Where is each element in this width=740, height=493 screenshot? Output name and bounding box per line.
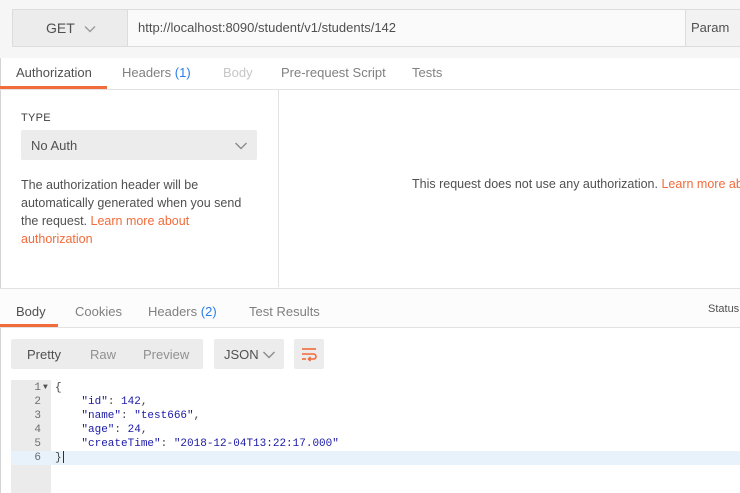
line-number: 4 — [34, 424, 41, 436]
active-tab-indicator — [0, 86, 107, 89]
line-number: 3 — [34, 410, 41, 422]
tab-label: Test Results — [249, 304, 320, 319]
text-cursor — [62, 451, 64, 464]
wrap-lines-button[interactable] — [294, 339, 324, 369]
tab-label: Body — [16, 304, 46, 319]
authorization-panel: TYPE No Auth The authorization header wi… — [0, 90, 740, 287]
auth-type-label: TYPE — [21, 112, 51, 124]
params-button[interactable]: Param — [685, 10, 740, 46]
learn-more-link[interactable]: Learn more ab — [661, 177, 740, 191]
brace: } — [55, 452, 62, 464]
tab-label: Headers — [122, 65, 172, 80]
code-line: 3 "name": "test666", — [11, 409, 740, 423]
auth-type-select[interactable]: No Auth — [21, 130, 257, 160]
code-text: "createTime": "2018-12-04T13:22:17.000" — [81, 438, 339, 450]
code-text: "age": 24, — [81, 424, 148, 436]
response-body-editor[interactable]: 1 ▼ { 2 "id": 142, 3 "name": "test666", … — [11, 380, 740, 493]
tab-label: Body — [223, 65, 253, 80]
auth-type-value: No Auth — [31, 138, 78, 153]
json-key: "name" — [81, 410, 122, 422]
json-key: "id" — [81, 396, 108, 408]
code-line: 5 "createTime": "2018-12-04T13:22:17.000… — [11, 437, 740, 451]
chevron-down-icon — [262, 348, 276, 365]
code-text: { — [55, 381, 62, 395]
brace: { — [55, 382, 62, 394]
wrap-lines-icon — [302, 348, 317, 362]
method-label: GET — [46, 20, 75, 36]
fold-triangle-icon[interactable]: ▼ — [43, 381, 48, 395]
json-key: "age" — [81, 424, 115, 436]
line-number: 6 — [34, 452, 41, 464]
tab-count: (2) — [200, 304, 217, 319]
json-key: "createTime" — [81, 438, 161, 450]
url-text: http://localhost:8090/student/v1/student… — [138, 20, 397, 35]
tab-count: (1) — [174, 65, 191, 80]
tab-authorization[interactable]: Authorization — [16, 65, 92, 80]
code-text: } — [55, 451, 64, 465]
no-auth-message: This request does not use any authorizat… — [412, 177, 740, 191]
preview-button[interactable]: Preview — [143, 347, 189, 362]
json-value: "test666" — [134, 410, 194, 422]
json-value: 142 — [121, 396, 141, 408]
tab-pre-request-script[interactable]: Pre-request Script — [281, 65, 386, 80]
url-input[interactable]: http://localhost:8090/student/v1/student… — [127, 9, 740, 47]
tab-label: Cookies — [75, 304, 122, 319]
code-text: "id": 142, — [81, 396, 148, 408]
tab-label: Headers — [148, 304, 198, 319]
status-label: Status — [708, 303, 740, 315]
view-mode-group: Pretty Raw Preview — [11, 339, 203, 369]
chevron-down-icon — [83, 22, 97, 41]
params-label: Param — [691, 20, 730, 35]
tab-response-body[interactable]: Body — [16, 304, 46, 319]
code-text: "name": "test666", — [81, 410, 201, 422]
tab-label: Pre-request Script — [281, 65, 386, 80]
auth-settings: TYPE No Auth The authorization header wi… — [0, 90, 279, 287]
tab-body[interactable]: Body — [223, 65, 253, 80]
code-line: 1 ▼ { — [11, 381, 740, 395]
json-value: "2018-12-04T13:22:17.000" — [173, 438, 339, 450]
code-line: 4 "age": 24, — [11, 423, 740, 437]
code-line-current: 6 } — [11, 451, 740, 465]
raw-button[interactable]: Raw — [90, 347, 116, 362]
auth-description: The authorization header will be automat… — [21, 176, 261, 248]
request-tabs: Authorization Headers (1) Body Pre-reque… — [0, 58, 740, 90]
pretty-button[interactable]: Pretty — [27, 347, 61, 362]
json-value: 24 — [127, 424, 141, 436]
language-select[interactable]: JSON — [214, 339, 284, 369]
response-tabs: Body Cookies Headers (2) Test Results St… — [0, 288, 740, 328]
tab-cookies[interactable]: Cookies — [75, 304, 122, 319]
tab-test-results[interactable]: Test Results — [249, 304, 320, 319]
no-auth-text: This request does not use any authorizat… — [412, 177, 662, 191]
tab-headers[interactable]: Headers (1) — [122, 65, 191, 80]
tab-label: Authorization — [16, 65, 92, 80]
language-value: JSON — [224, 347, 259, 362]
line-number: 2 — [34, 396, 41, 408]
request-bar: GET http://localhost:8090/student/v1/stu… — [0, 0, 740, 58]
line-number: 5 — [34, 438, 41, 450]
tab-response-headers[interactable]: Headers (2) — [148, 304, 217, 319]
active-tab-indicator — [0, 324, 58, 327]
line-number: 1 — [34, 382, 41, 394]
chevron-down-icon — [234, 139, 248, 158]
tab-tests[interactable]: Tests — [412, 65, 442, 80]
method-select[interactable]: GET — [12, 9, 127, 47]
tab-label: Tests — [412, 65, 443, 80]
code-line: 2 "id": 142, — [11, 395, 740, 409]
